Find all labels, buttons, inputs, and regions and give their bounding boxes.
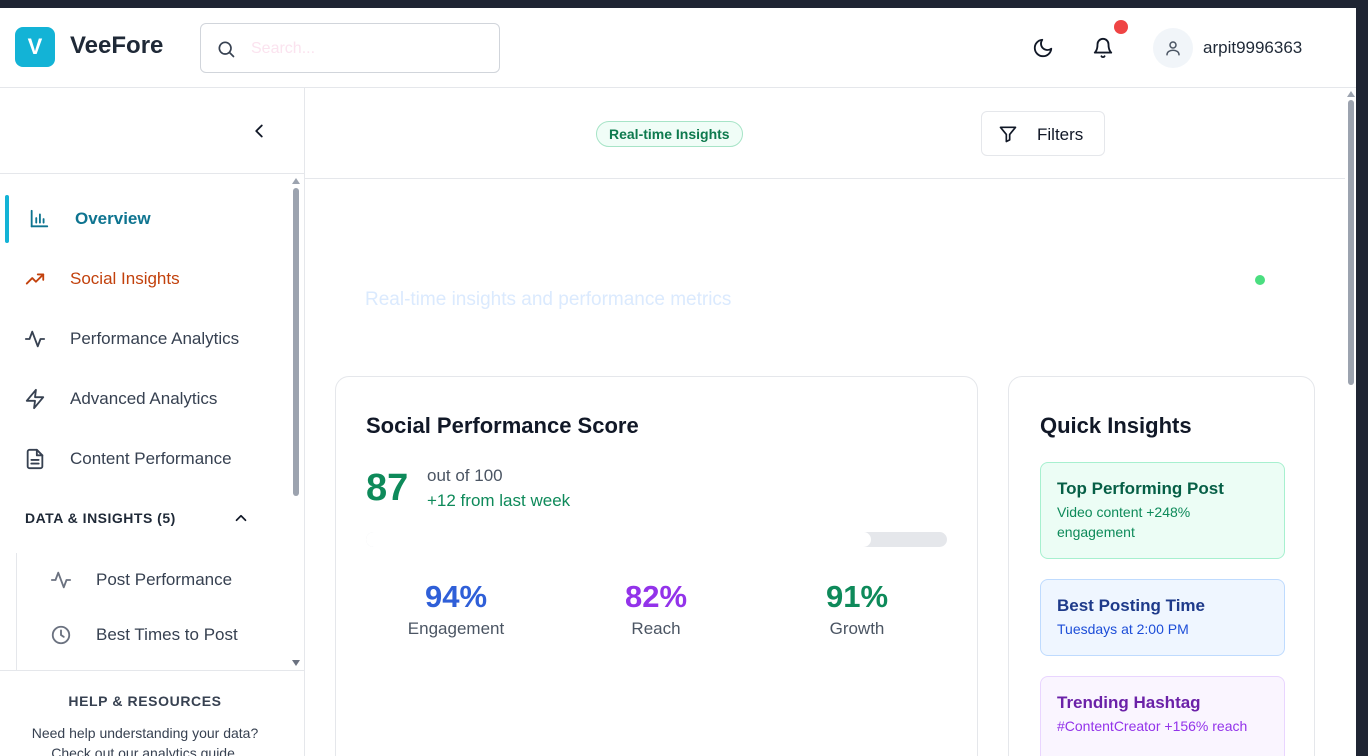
quick-insights-card: Quick Insights Top Performing Post Video… [1008,376,1315,756]
app-header: V VeeFore arpit9996363 [0,8,1356,88]
sidebar-item-label: Performance Analytics [70,329,240,348]
bell-icon[interactable] [1092,37,1114,59]
activity-icon [50,571,72,589]
score-progress-bar [366,532,947,547]
logo-letter: V [27,34,43,59]
card-title: Social Performance Score [366,413,639,438]
sidebar-item-label: Content Performance [70,449,232,468]
metric-label: Growth [829,619,885,638]
page-scroll-thumb[interactable] [1348,100,1354,385]
filters-label: Filters [1037,125,1084,144]
file-text-icon [26,448,44,470]
help-line-1: Need help understanding your data? [31,725,259,741]
insight-text: #ContentCreator +156% reach [1057,718,1248,734]
metric-value: 82% [624,579,688,614]
trending-up-icon [25,273,45,285]
help-text: Need help understanding your data? Check… [0,723,290,756]
insight-trending-hashtag[interactable]: Trending Hashtag #ContentCreator +156% r… [1040,676,1285,756]
sidebar-item-performance-analytics[interactable]: Performance Analytics [0,316,290,362]
metric-label: Engagement [407,619,505,638]
help-line-2[interactable]: Check out our analytics guide. [0,743,290,756]
sidebar-item-label: Post Performance [96,570,233,589]
sidebar-item-content-performance[interactable]: Content Performance [0,436,290,482]
sidebar-item-label: Overview [75,209,151,228]
clock-icon [51,625,71,645]
notification-dot [1114,20,1128,34]
metric-label: Reach [631,619,681,638]
sidebar-divider [0,173,304,174]
moon-icon[interactable] [1032,37,1054,59]
help-title: HELP & RESOURCES [68,693,222,709]
score-value: 87 [366,467,409,509]
card-title: Quick Insights [1040,413,1192,438]
sidebar-item-advanced-analytics[interactable]: Advanced Analytics [0,376,290,422]
filter-icon [999,126,1017,143]
insight-heading: Trending Hashtag [1057,693,1201,712]
metric-value: 91% [825,579,889,614]
search-input[interactable] [251,37,481,61]
sidebar-item-social-insights[interactable]: Social Insights [0,256,290,302]
score-delta: +12 from last week [427,491,571,510]
insight-heading: Top Performing Post [1057,479,1224,498]
scroll-down-arrow-icon[interactable] [292,660,300,666]
insight-heading: Best Posting Time [1057,596,1205,615]
metric-growth: 91% Growth [767,579,947,639]
sidebar-item-overview[interactable]: Overview [0,196,290,242]
chevron-up-icon[interactable] [232,509,250,527]
social-performance-card: Social Performance Score 87 out of 100 +… [335,376,978,756]
sidebar-item-post-performance[interactable]: Post Performance [0,557,290,603]
main-content: Real-time Insights Filters Real-time ins… [305,88,1345,756]
sidebar-item-label: Advanced Analytics [70,389,218,408]
score-out-of: out of 100 [427,466,503,485]
window-top-bar [0,0,1368,8]
window-edge [1356,8,1368,756]
chevron-left-icon[interactable] [248,120,270,142]
main-toolbar: Real-time Insights Filters [305,88,1345,179]
bar-chart-icon [30,209,49,228]
score-progress-fill [366,532,872,547]
page-subtitle: Real-time insights and performance metri… [365,289,732,310]
realtime-badge: Real-time Insights [596,121,743,147]
activity-icon [24,330,46,348]
avatar[interactable] [1153,28,1193,68]
zap-icon [25,388,45,410]
insight-text: Video content +248% engagement [1057,504,1191,540]
sidebar-item-label: Best Times to Post [96,625,238,644]
brand-name: VeeFore [70,32,164,59]
sidebar-item-best-times[interactable]: Best Times to Post [0,612,290,658]
scroll-up-arrow-icon[interactable] [292,178,300,184]
scroll-up-arrow-icon[interactable] [1347,91,1355,97]
sidebar: Overview Social Insights Performance Ana… [0,88,305,756]
section-data-insights[interactable]: DATA & INSIGHTS (5) [25,510,176,526]
user-icon [1166,41,1180,56]
live-status-dot [1255,275,1265,285]
sidebar-item-label: Social Insights [70,269,180,288]
help-resources: HELP & RESOURCES Need help understanding… [0,670,304,756]
insight-top-post[interactable]: Top Performing Post Video content +248% … [1040,462,1285,559]
metric-reach: 82% Reach [566,579,746,639]
username[interactable]: arpit9996363 [1203,38,1302,58]
search-box[interactable] [200,23,500,73]
app-logo[interactable]: V [15,27,55,67]
search-icon [218,41,235,58]
insight-best-time[interactable]: Best Posting Time Tuesdays at 2:00 PM [1040,579,1285,656]
filters-button[interactable]: Filters [981,111,1105,156]
sidebar-scroll-thumb[interactable] [293,188,299,496]
metric-value: 94% [424,579,488,614]
metric-engagement: 94% Engagement [366,579,546,639]
insight-text: Tuesdays at 2:00 PM [1057,621,1189,637]
